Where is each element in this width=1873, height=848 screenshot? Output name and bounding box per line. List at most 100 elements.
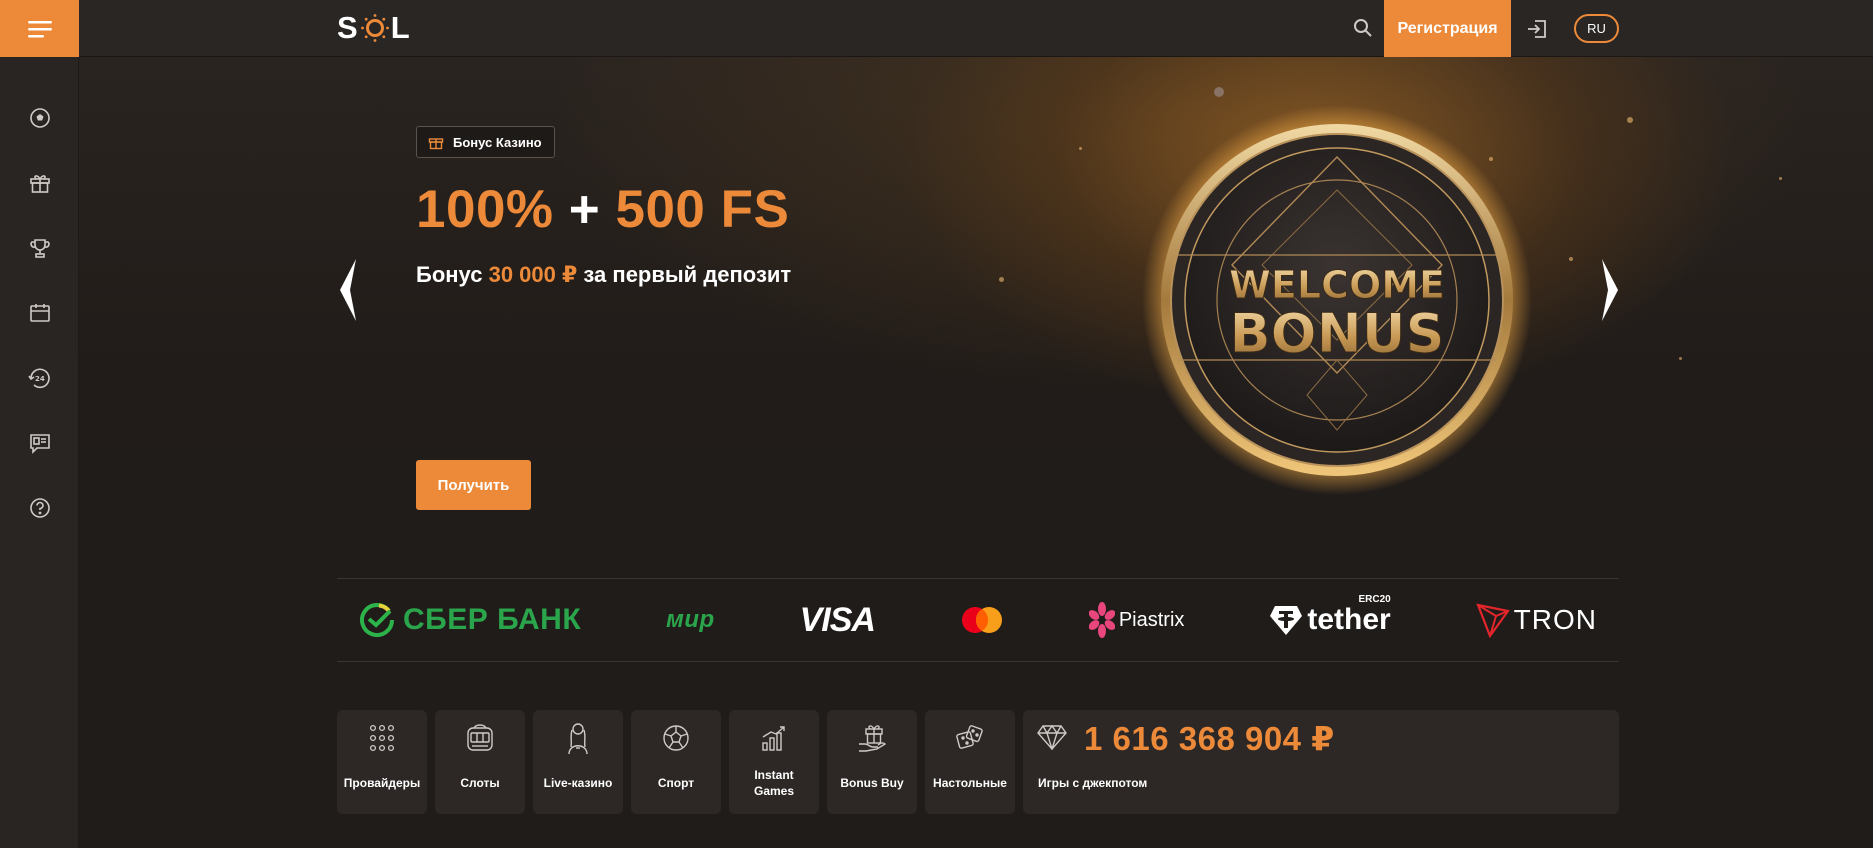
sidebar-item-promotions[interactable] [0, 150, 79, 215]
diamond-icon [1037, 724, 1067, 750]
calendar-icon [29, 303, 50, 322]
category-label: Слоты [460, 776, 500, 790]
welcome-bonus-coin-image: WELCOME BONUS [1142, 105, 1532, 495]
category-table-games[interactable]: Настольные [925, 710, 1015, 814]
tether-erc20-tag: ERC20 [1358, 594, 1391, 605]
gift-icon [29, 174, 50, 193]
category-live-casino[interactable]: Live-казино [533, 710, 623, 814]
logo-letter-s: S [337, 10, 359, 45]
support-24-icon: 24 [27, 368, 50, 388]
hero-sub-prefix: Бонус [416, 262, 489, 287]
coin-text-bonus: BONUS [1230, 302, 1445, 365]
search-icon [1354, 19, 1372, 37]
tether-logo: tether ERC20 [1269, 594, 1391, 640]
table-games-icon [956, 725, 983, 749]
hero-subtitle: Бонус 30 000 ₽ за первый депозит [416, 262, 791, 288]
category-label: Instant Games [753, 768, 795, 798]
get-bonus-button[interactable]: Получить [416, 460, 531, 510]
sidebar: 24 [0, 0, 79, 848]
sparkle [1679, 357, 1682, 360]
hamburger-icon [27, 20, 52, 37]
sport-icon [663, 725, 689, 751]
bonus-buy-icon [859, 725, 887, 752]
hero-sub-suffix: за первый депозит [577, 262, 792, 287]
mastercard-logo [960, 600, 1004, 640]
help-icon [29, 497, 50, 518]
category-instant-games[interactable]: Instant Games [729, 710, 819, 814]
hero-banner: Бонус Казино 100% + 500 FS Бонус 30 000 … [79, 57, 1873, 577]
register-button[interactable]: Регистрация [1384, 0, 1511, 57]
instant-games-icon [762, 726, 785, 751]
bonus-tag-label: Бонус Казино [453, 134, 542, 150]
carousel-prev-button[interactable] [336, 257, 360, 323]
gift-icon [428, 138, 444, 150]
feedback-icon [29, 433, 50, 454]
tron-icon [1475, 603, 1510, 638]
mir-text: мир [666, 606, 715, 633]
jackpot-amount: 1 616 368 904 ₽ [1084, 720, 1335, 757]
sber-check-icon [360, 603, 394, 637]
sidebar-item-feedback[interactable] [0, 410, 79, 475]
chevron-left-icon [340, 259, 356, 321]
live-casino-icon [568, 723, 588, 755]
hero-title-plus: + [553, 180, 616, 239]
sidebar-item-calendar[interactable] [0, 280, 79, 345]
mastercard-icon [961, 607, 1002, 633]
bonus-casino-tag: Бонус Казино [416, 126, 555, 158]
coin-text-welcome: WELCOME [1229, 263, 1445, 307]
tether-text: tether [1307, 603, 1391, 636]
trophy-icon [29, 238, 50, 258]
category-providers[interactable]: Провайдеры [337, 710, 427, 814]
menu-toggle-button[interactable] [0, 0, 79, 57]
hero-title-percent: 100% [416, 180, 554, 239]
sun-logo-icon [360, 14, 389, 42]
visa-logo: VISA [799, 600, 876, 640]
slots-icon [467, 724, 493, 751]
login-button[interactable] [1522, 14, 1552, 44]
login-icon [1528, 20, 1546, 38]
game-categories: Провайдеры Слоты Live-казино Спорт Insta… [337, 710, 1619, 814]
piastrix-text: Piastrix [1118, 608, 1185, 631]
piastrix-logo: Piastrix [1088, 600, 1185, 640]
sberbank-logo: СБЕР БАНК [359, 600, 581, 640]
providers-icon [369, 724, 395, 752]
sparkle [1779, 177, 1782, 180]
top-header: S L Регистрация RU [79, 0, 1873, 57]
category-label: Live-казино [543, 776, 613, 790]
sparkle [1569, 257, 1573, 261]
category-label: Настольные [933, 776, 1007, 790]
tron-logo: TRON [1475, 600, 1597, 640]
tron-text: TRON [1513, 604, 1597, 635]
logo-letter-l: L [390, 10, 411, 45]
category-label: Спорт [657, 776, 695, 790]
sidebar-item-support[interactable]: 24 [0, 345, 79, 410]
sidebar-item-tournaments[interactable] [0, 215, 79, 280]
carousel-next-button[interactable] [1598, 257, 1622, 323]
category-sport[interactable]: Спорт [631, 710, 721, 814]
hero-title: 100% + 500 FS [416, 179, 789, 240]
hero-title-fs: 500 FS [615, 180, 790, 239]
category-jackpot[interactable]: 1 616 368 904 ₽ Игры с джекпотом [1023, 710, 1619, 814]
mir-logo: мир [666, 600, 715, 640]
sparkle [999, 277, 1004, 282]
sparkle [1627, 117, 1633, 123]
chevron-right-icon [1602, 259, 1618, 321]
category-slots[interactable]: Слоты [435, 710, 525, 814]
piastrix-flower-icon [1088, 602, 1115, 638]
football-icon [29, 107, 50, 128]
category-label: Провайдеры [343, 776, 421, 790]
svg-text:24: 24 [35, 375, 45, 383]
hero-sub-amount: 30 000 ₽ [488, 262, 578, 287]
search-button[interactable] [1349, 14, 1377, 42]
category-bonus-buy[interactable]: Bonus Buy [827, 710, 917, 814]
language-switch[interactable]: RU [1574, 14, 1619, 43]
visa-text: VISA [799, 600, 876, 639]
sidebar-item-help[interactable] [0, 475, 79, 540]
sberbank-text: СБЕР БАНК [403, 603, 582, 636]
sol-logo[interactable]: S L [337, 10, 411, 45]
sparkle [1214, 87, 1224, 97]
jackpot-label: Игры с джекпотом [1038, 776, 1148, 790]
sidebar-item-sport[interactable] [0, 85, 79, 150]
payment-methods-strip: СБЕР БАНК мир VISA Piastrix tether ERC20 [337, 578, 1619, 662]
sparkle [1079, 147, 1082, 150]
